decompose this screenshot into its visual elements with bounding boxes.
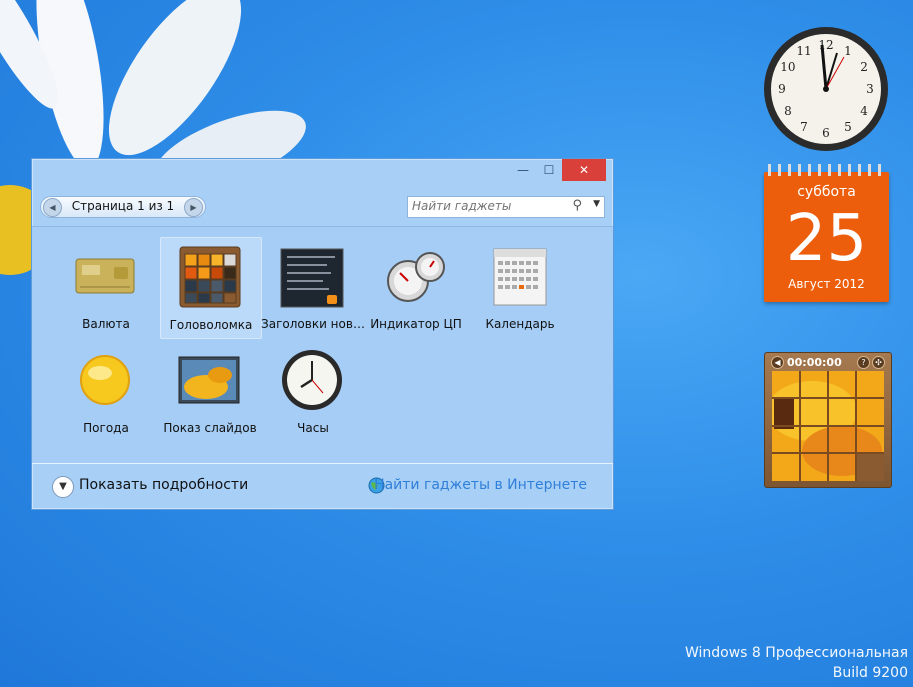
slideshow-icon — [178, 356, 240, 404]
gadget-tile-currency[interactable]: Валюта — [56, 237, 156, 337]
page-navigator: ◀ Страница 1 из 1 ▶ — [40, 196, 206, 218]
search-icon[interactable]: ⚲ — [572, 198, 582, 213]
gadgets-window: — ☐ ✕ ◀ Страница 1 из 1 ▶ ⚲ ▼ Валюта — [31, 158, 614, 510]
maximize-button[interactable]: ☐ — [536, 159, 562, 181]
clock-numeral: 10 — [780, 60, 795, 74]
weather-sun-icon — [80, 355, 130, 405]
calendar-weekday: суббота — [797, 184, 856, 200]
gadgets-toolbar: ◀ Страница 1 из 1 ▶ ⚲ ▼ — [40, 193, 605, 219]
gadget-label: Индикатор ЦП — [370, 317, 462, 331]
gadget-tile-weather[interactable]: Погода — [56, 341, 156, 441]
gadget-label: Заголовки нов… — [261, 317, 365, 331]
calendar-day-number: 25 — [785, 202, 868, 276]
gadget-gallery: Валюта Головоломка Заголовки нов… Индика… — [32, 226, 613, 464]
puzzle-help-button[interactable]: ? — [857, 356, 870, 369]
cpu-meter-icon — [387, 252, 445, 302]
clock-icon — [282, 350, 342, 410]
next-page-button[interactable]: ▶ — [184, 198, 203, 217]
clock-numeral: 5 — [844, 120, 852, 134]
gadget-label: Головоломка — [169, 318, 253, 332]
clock-numeral: 8 — [784, 104, 792, 118]
gadget-tile-puzzle[interactable]: Головоломка — [160, 237, 262, 339]
page-label: Страница 1 из 1 — [71, 199, 175, 213]
gadget-label: Валюта — [82, 317, 130, 331]
gadget-label: Календарь — [485, 317, 555, 331]
gadget-label: Показ слайдов — [163, 421, 257, 435]
currency-card-icon — [75, 258, 135, 294]
desktop-clock-gadget[interactable]: 12 12 3 45678 9 1011 — [762, 25, 890, 153]
close-button[interactable]: ✕ — [562, 159, 606, 181]
gadget-tile-slideshow[interactable]: Показ слайдов — [160, 341, 260, 441]
windows-watermark: Windows 8 Профессиональная Build 9200 — [685, 643, 908, 683]
watermark-build: Build 9200 — [832, 665, 908, 681]
window-titlebar[interactable]: — ☐ ✕ — [32, 159, 613, 185]
gadget-label: Погода — [83, 421, 129, 435]
get-gadgets-online-link[interactable]: Найти гаджеты в Интернете — [374, 477, 587, 493]
watermark-edition: Windows 8 Профессиональная — [684, 645, 908, 661]
gadget-tile-cpu[interactable]: Индикатор ЦП — [366, 237, 466, 337]
clock-numeral: 11 — [796, 44, 811, 58]
search-input[interactable] — [412, 199, 562, 213]
clock-numeral: 1 — [844, 44, 852, 58]
desktop-calendar-gadget[interactable]: суббота 25 Август 2012 — [764, 164, 889, 302]
calendar-month-year: Август 2012 — [788, 277, 865, 291]
puzzle-timer: 00:00:00 — [787, 356, 842, 369]
clock-numeral: 12 — [818, 38, 833, 52]
clock-numeral: 2 — [860, 60, 868, 74]
clock-numeral: 6 — [822, 126, 830, 140]
puzzle-shuffle-button[interactable]: ✣ — [872, 356, 885, 369]
clock-numeral: 9 — [778, 82, 786, 96]
search-dropdown-icon[interactable]: ▼ — [593, 199, 600, 209]
chevron-down-icon[interactable]: ▼ — [52, 476, 74, 498]
gadget-label: Часы — [297, 421, 329, 435]
clock-numeral: 3 — [866, 82, 874, 96]
calendar-icon — [493, 248, 547, 306]
picture-puzzle-icon — [179, 246, 241, 308]
puzzle-grid[interactable] — [772, 371, 884, 481]
clock-numeral: 4 — [860, 104, 868, 118]
gadget-tile-headlines[interactable]: Заголовки нов… — [261, 237, 365, 337]
desktop-puzzle-gadget[interactable]: ◀ 00:00:00 ? ✣ — [764, 352, 892, 488]
search-box: ⚲ ▼ — [407, 196, 605, 218]
previous-page-button[interactable]: ◀ — [43, 198, 62, 217]
feed-headlines-icon — [280, 248, 344, 308]
minimize-button[interactable]: — — [510, 159, 536, 181]
gadget-tile-clock[interactable]: Часы — [263, 341, 363, 441]
window-footer: ▼ Показать подробности Найти гаджеты в И… — [32, 463, 613, 509]
gadget-tile-calendar[interactable]: Календарь — [470, 237, 570, 337]
puzzle-back-button[interactable]: ◀ — [771, 356, 784, 369]
calendar-rings-icon — [768, 164, 881, 176]
show-details-button[interactable]: Показать подробности — [79, 477, 248, 493]
clock-numeral: 7 — [800, 120, 808, 134]
